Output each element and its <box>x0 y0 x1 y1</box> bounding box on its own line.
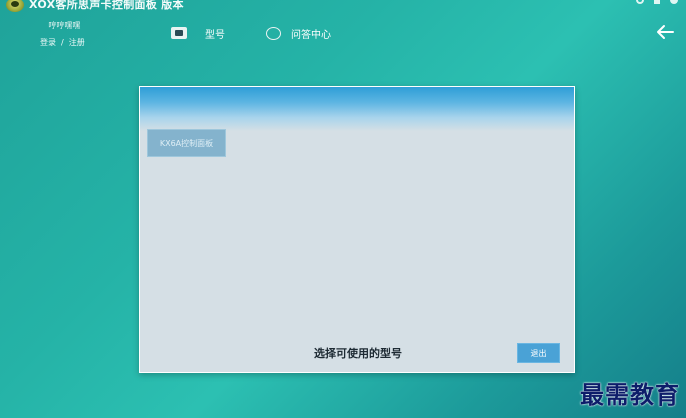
login-link[interactable]: 登录 <box>40 37 56 48</box>
panel-header <box>140 87 574 131</box>
minimize-icon[interactable] <box>654 0 660 4</box>
close-icon[interactable] <box>670 0 678 4</box>
tab-qa-center-label: 问答中心 <box>291 29 331 41</box>
tab-model[interactable]: 型号 <box>171 22 225 44</box>
panel-prompt: 选择可使用的型号 <box>314 347 402 360</box>
window-title: XOX客所思声卡控制面板 版本 <box>29 0 184 11</box>
exit-button[interactable]: 退出 <box>517 343 560 363</box>
model-kx6a-button[interactable]: KX6A控制面板 <box>147 129 226 157</box>
auth-links: 登录 / 注册 <box>40 37 85 48</box>
user-block: 哼哼嘿嘿 登录 / 注册 <box>40 20 85 48</box>
tab-model-label: 型号 <box>205 29 225 41</box>
tab-qa-center[interactable]: 问答中心 <box>266 22 331 44</box>
back-arrow-icon[interactable] <box>656 24 674 40</box>
auth-separator: / <box>61 38 64 47</box>
window-controls <box>636 0 678 4</box>
gear-icon[interactable] <box>636 0 644 4</box>
username: 哼哼嘿嘿 <box>48 21 81 30</box>
register-link[interactable]: 注册 <box>69 37 85 48</box>
model-selection-panel: KX6A控制面板 选择可使用的型号 退出 <box>139 86 575 373</box>
device-icon <box>171 27 187 39</box>
app-logo-icon <box>6 0 24 12</box>
chat-bubble-icon <box>266 26 281 40</box>
title-bar: XOX客所思声卡控制面板 版本 <box>0 0 686 14</box>
watermark: 最需教育 <box>580 380 680 409</box>
